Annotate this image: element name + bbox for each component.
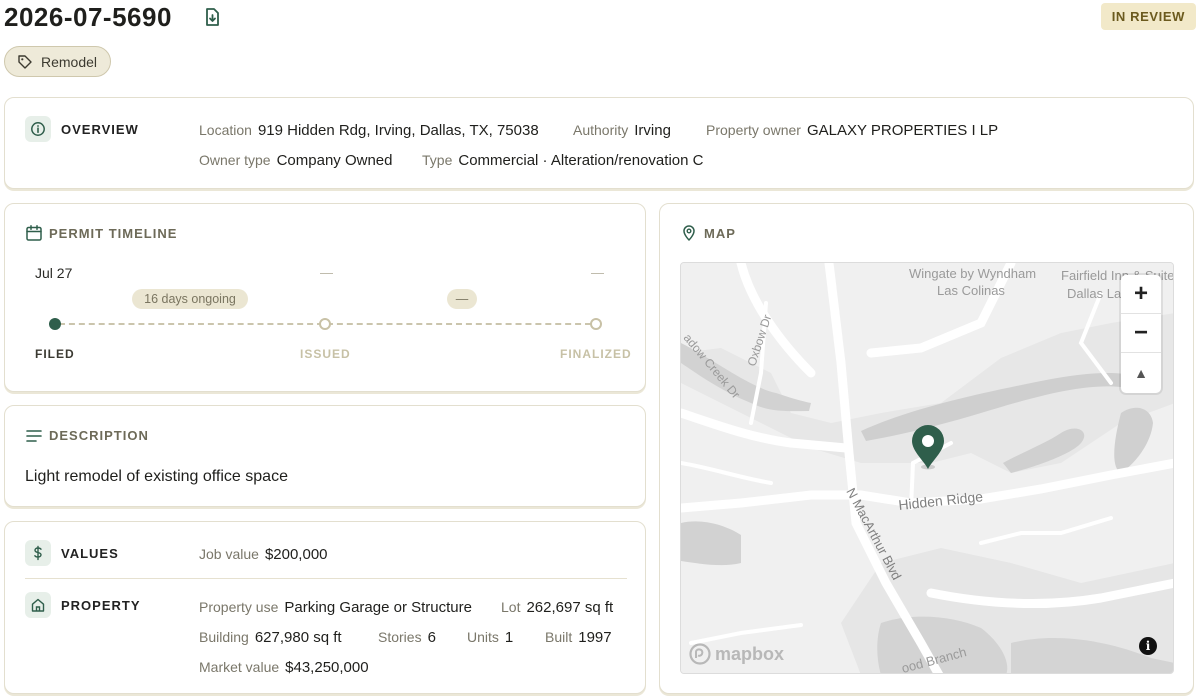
tag-chip[interactable]: Remodel [4,46,112,77]
finalized-dot [590,318,602,330]
overview-card: OVERVIEW Location 919 Hidden Rdg, Irving,… [4,97,1194,189]
finalized-date: — [591,265,604,280]
mapbox-logo-text: mapbox [715,643,785,664]
tag-label: Remodel [41,53,98,70]
units-field: Units 1 [467,629,514,646]
map-tiles: Wingate by Wyndham Las Colinas Fairfield… [681,263,1173,673]
zoom-in-button[interactable]: + [1121,275,1161,314]
calendar-icon [26,225,42,241]
stories-field: Stories 6 [378,629,436,646]
map-title: MAP [704,226,736,241]
mapbox-logo-icon [689,643,711,665]
owner-field: Property owner GALAXY PROPERTIES I LP [706,122,999,139]
description-card: DESCRIPTION Light remodel of existing of… [4,405,646,507]
location-field: Location 919 Hidden Rdg, Irving, Dallas, … [199,122,539,139]
map-info-button[interactable]: i [1139,637,1157,655]
market-value-field: Market value $43,250,000 [199,659,369,676]
download-icon[interactable] [202,7,222,27]
timeline-card: PERMIT TIMELINE Jul 27 — — 16 days ongoi… [4,203,646,392]
building-field: Building 627,980 sq ft [199,629,342,646]
filed-label: FILED [35,347,75,361]
map-zoom-controls: + − ▲ [1121,275,1161,393]
filed-dot [49,318,61,330]
finalized-label: FINALIZED [560,347,632,361]
info-icon [25,116,51,142]
property-use-field: Property use Parking Garage or Structure [199,599,472,616]
overview-title: OVERVIEW [61,122,139,137]
compass-button[interactable]: ▲ [1121,353,1161,392]
duration-pill: 16 days ongoing [132,289,248,309]
type-field: Type Commercial · Alteration/renovation C [422,152,704,169]
job-value-field: Job value $200,000 [199,546,328,563]
issued-label: ISSUED [300,347,351,361]
issued-date: — [320,265,333,280]
map-canvas[interactable]: Wingate by Wyndham Las Colinas Fairfield… [680,262,1174,674]
built-field: Built 1997 [545,629,612,646]
authority-field: Authority Irving [573,122,671,139]
property-title: PROPERTY [61,598,141,613]
map-label-dallas-la: Dallas La [1067,286,1122,301]
description-text: Light remodel of existing office space [25,468,288,485]
values-card: VALUES Job value $200,000 PROPERTY Proper… [4,521,646,694]
status-badge: IN REVIEW [1100,3,1196,30]
permit-number: 2026-07-5690 [4,2,172,32]
lot-field: Lot 262,697 sq ft [501,599,614,616]
align-left-icon [26,430,42,442]
tag-icon [18,54,32,69]
map-label-wingate: Wingate by Wyndham [909,266,1036,281]
issued-dot [319,318,331,330]
mapbox-logo[interactable]: mapbox [689,643,784,665]
section-divider [25,578,627,579]
map-label-las-colinas: Las Colinas [937,283,1005,298]
dollar-icon [25,540,51,566]
issue-duration-pill: — [447,289,477,309]
timeline-title: PERMIT TIMELINE [49,226,178,241]
values-title: VALUES [61,546,119,561]
home-icon [25,592,51,618]
owner-type-field: Owner type Company Owned [199,152,393,169]
description-title: DESCRIPTION [49,428,149,443]
map-pin-icon [683,225,695,241]
filed-date: Jul 27 [35,265,73,281]
map-card: MAP Wingate by Wyndham Las Colinas Fairf… [659,203,1194,694]
zoom-out-button[interactable]: − [1121,314,1161,353]
